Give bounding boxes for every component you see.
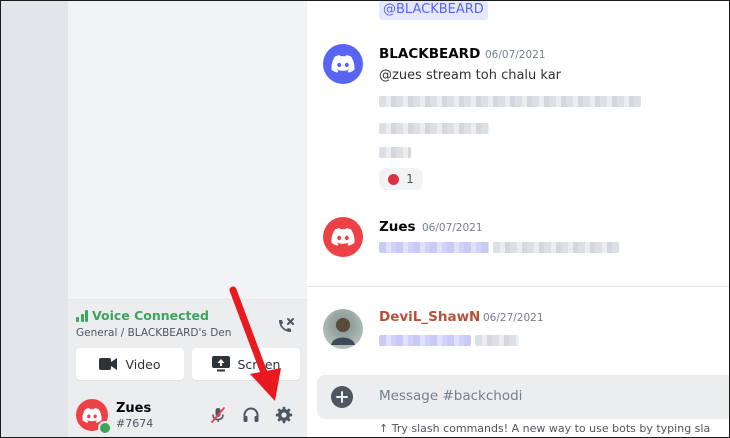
microphone-muted-icon <box>211 407 225 423</box>
slash-command-hint-text: Try slash commands! A new way to use bot… <box>391 422 711 435</box>
red-circle-emoji-icon <box>388 173 400 185</box>
blurred-mention <box>379 242 489 253</box>
message-timestamp: 06/07/2021 <box>422 222 483 234</box>
gear-icon <box>275 406 293 424</box>
message-author[interactable]: DeviL_ShawN <box>379 309 480 325</box>
blurred-message-line <box>379 96 641 107</box>
deafen-button[interactable] <box>240 404 262 426</box>
discord-window: Voice Connected General / BLACKBEARD's D… <box>0 0 730 438</box>
message-avatar-zues[interactable] <box>323 217 363 257</box>
message-text: @zues stream toh chalu kar <box>379 68 562 83</box>
username: Zues <box>116 401 152 416</box>
video-button[interactable]: Video <box>76 348 184 380</box>
message-timestamp: 06/27/2021 <box>483 312 544 324</box>
user-discriminator: #7674 <box>116 417 154 430</box>
voice-status[interactable]: Voice Connected <box>76 308 209 323</box>
message-avatar-blackbeard[interactable] <box>323 44 363 84</box>
date-divider <box>307 286 729 287</box>
server-rail <box>1 1 68 437</box>
blurred-message-line <box>493 242 619 253</box>
screen-button-label: Screen <box>237 356 281 372</box>
screen-share-icon <box>211 356 230 372</box>
reaction-count: 1 <box>406 172 414 186</box>
slash-command-hint: ↑ Try slash commands! A new way to use b… <box>379 422 710 435</box>
user-mention[interactable]: @BLACKBEARD <box>379 1 488 20</box>
user-settings-button[interactable] <box>273 404 295 426</box>
message-avatar-devil-shawn[interactable] <box>323 309 363 349</box>
message-input-placeholder: Message #backchodi <box>379 388 523 404</box>
user-panel: Zues #7674 <box>68 388 307 437</box>
plus-icon <box>336 391 348 403</box>
mute-button[interactable] <box>207 404 229 426</box>
channel-sidebar: Voice Connected General / BLACKBEARD's D… <box>68 1 307 437</box>
screen-share-button[interactable]: Screen <box>192 348 300 380</box>
discord-logo-icon <box>82 407 102 423</box>
blurred-message-line <box>379 147 411 158</box>
blurred-message-line <box>379 123 489 134</box>
reaction-button[interactable]: 1 <box>379 168 423 190</box>
headphones-icon <box>243 407 259 422</box>
video-button-label: Video <box>125 356 161 372</box>
voice-channel-link[interactable]: General / BLACKBEARD's Den <box>76 327 231 339</box>
message-author[interactable]: Zues <box>379 219 416 235</box>
message-timestamp: 06/07/2021 <box>485 49 546 61</box>
discord-logo-icon <box>331 55 355 73</box>
voice-status-label: Voice Connected <box>92 308 209 323</box>
profile-photo-icon <box>331 318 355 345</box>
signal-bars-icon <box>76 309 88 322</box>
arrow-up-icon: ↑ <box>379 422 389 435</box>
online-status-dot <box>98 421 112 435</box>
video-camera-icon <box>99 358 118 370</box>
message-author[interactable]: BLACKBEARD <box>379 46 480 62</box>
voice-connection-panel: Voice Connected General / BLACKBEARD's D… <box>68 299 307 388</box>
blurred-mention <box>379 335 471 346</box>
phone-hangup-icon <box>279 318 294 332</box>
discord-logo-icon <box>331 228 355 246</box>
disconnect-call-button[interactable] <box>273 314 297 338</box>
chat-area: @BLACKBEARD BLACKBEARD 06/07/2021 @zues … <box>307 1 729 437</box>
blurred-message-line <box>475 335 519 346</box>
upload-button[interactable] <box>331 386 353 408</box>
